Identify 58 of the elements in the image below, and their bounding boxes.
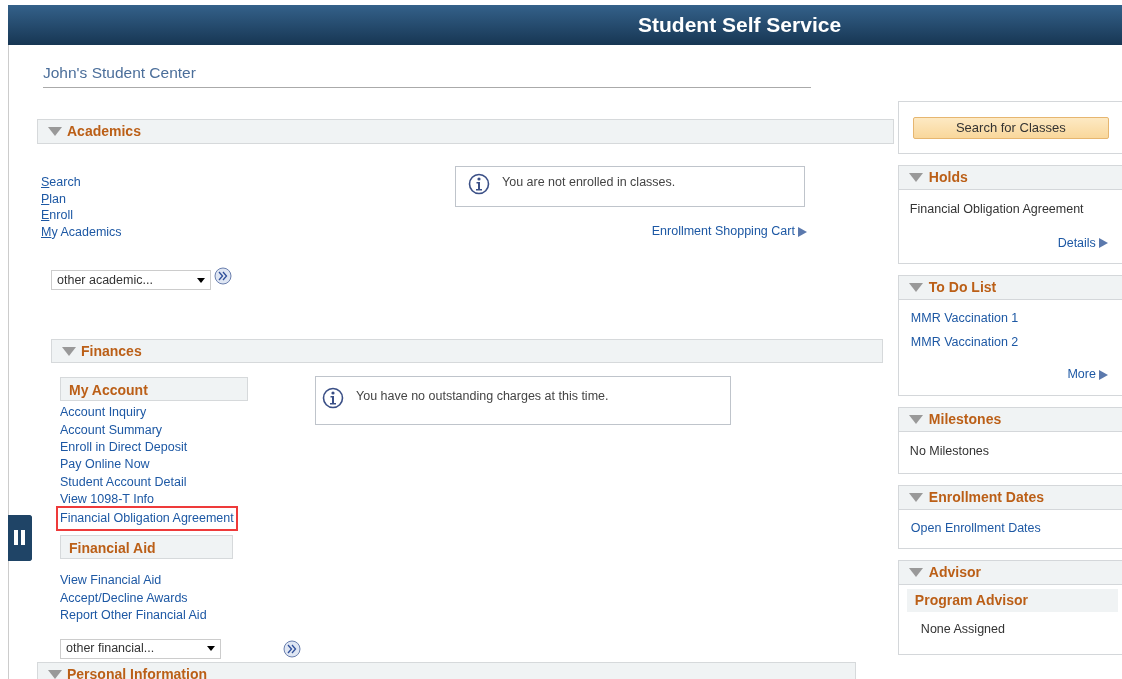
pause-tab-icon[interactable] bbox=[8, 515, 32, 561]
collapse-triangle-icon[interactable] bbox=[908, 567, 923, 577]
section-header[interactable]: Personal Information bbox=[37, 661, 856, 679]
caret-icon bbox=[207, 646, 215, 652]
panel-link[interactable]: Open Enrollment Dates bbox=[898, 515, 1122, 540]
finance-link[interactable]: Account Summary bbox=[60, 421, 315, 440]
collapse-triangle-icon[interactable] bbox=[48, 669, 62, 679]
dropdown-field[interactable]: other financial... bbox=[60, 638, 221, 659]
header-title: Student Self Service bbox=[638, 12, 842, 39]
panel-header[interactable]: Holds bbox=[898, 166, 1122, 190]
collapse-triangle-icon[interactable] bbox=[62, 346, 76, 356]
page-title: John's Student Center bbox=[43, 61, 811, 89]
finance-link[interactable]: Account Inquiry bbox=[60, 404, 315, 422]
panel-text: No Milestones bbox=[908, 442, 991, 460]
panel-header[interactable]: Enrollment Dates bbox=[898, 485, 1122, 510]
collapse-triangle-icon[interactable] bbox=[908, 283, 923, 293]
arrow-link[interactable]: Enrollment Shopping Cart bbox=[651, 223, 807, 240]
dropdown-field[interactable]: other academic... bbox=[51, 270, 211, 291]
go-button[interactable] bbox=[283, 639, 301, 658]
finance-link[interactable]: Pay Online Now bbox=[60, 456, 315, 474]
finance-link[interactable]: Student Account Detail bbox=[60, 473, 315, 492]
panel-text: None Assigned bbox=[919, 620, 1006, 638]
finance-link[interactable]: Enroll in Direct Deposit bbox=[60, 439, 315, 457]
panel-header[interactable]: To Do List bbox=[898, 276, 1122, 301]
right-triangle-icon bbox=[1099, 238, 1108, 248]
finance-link[interactable]: View 1098-T Info bbox=[60, 491, 315, 509]
panel-text: Financial Obligation Agreement bbox=[908, 201, 1085, 218]
notice-box: You are not enrolled in classes. bbox=[455, 166, 805, 208]
collapse-triangle-icon[interactable] bbox=[908, 492, 923, 502]
panel-link[interactable]: MMR Vaccination 2 bbox=[898, 330, 1122, 355]
search-classes-button[interactable]: Search for Classes bbox=[912, 116, 1109, 139]
go-button[interactable] bbox=[214, 266, 232, 285]
collapse-triangle-icon[interactable] bbox=[48, 127, 62, 137]
finance-link[interactable]: Report Other Financial Aid bbox=[60, 607, 315, 625]
nav-link[interactable]: Plan bbox=[41, 190, 455, 208]
nav-link[interactable]: My Academics bbox=[41, 223, 455, 241]
panel-header[interactable]: Milestones bbox=[898, 407, 1122, 432]
finance-link[interactable]: Accept/Decline Awards bbox=[60, 589, 315, 608]
section-header[interactable]: Academics bbox=[37, 119, 894, 145]
arrow-link[interactable]: Details bbox=[1057, 234, 1108, 252]
nav-link[interactable]: Search bbox=[41, 174, 455, 191]
arrow-link[interactable]: More bbox=[1067, 366, 1108, 383]
panel-subheading: Program Advisor bbox=[906, 588, 1118, 612]
collapse-triangle-icon[interactable] bbox=[908, 173, 923, 182]
panel-link[interactable]: MMR Vaccination 1 bbox=[898, 306, 1122, 331]
info-icon bbox=[322, 387, 344, 410]
caret-icon bbox=[197, 277, 205, 283]
notice-box: You have no outstanding charges at this time. bbox=[315, 376, 731, 426]
subsection-header: My Account bbox=[60, 377, 248, 402]
section-header[interactable]: Finances bbox=[51, 339, 883, 364]
subsection-header: Financial Aid bbox=[60, 535, 233, 560]
nav-link[interactable]: Enroll bbox=[41, 207, 455, 224]
info-icon bbox=[468, 173, 490, 196]
panel-header[interactable]: Advisor bbox=[898, 560, 1122, 585]
right-triangle-icon bbox=[1099, 369, 1108, 380]
finance-link[interactable]: View Financial Aid bbox=[60, 572, 315, 590]
collapse-triangle-icon[interactable] bbox=[908, 414, 923, 424]
right-triangle-icon bbox=[798, 226, 807, 237]
